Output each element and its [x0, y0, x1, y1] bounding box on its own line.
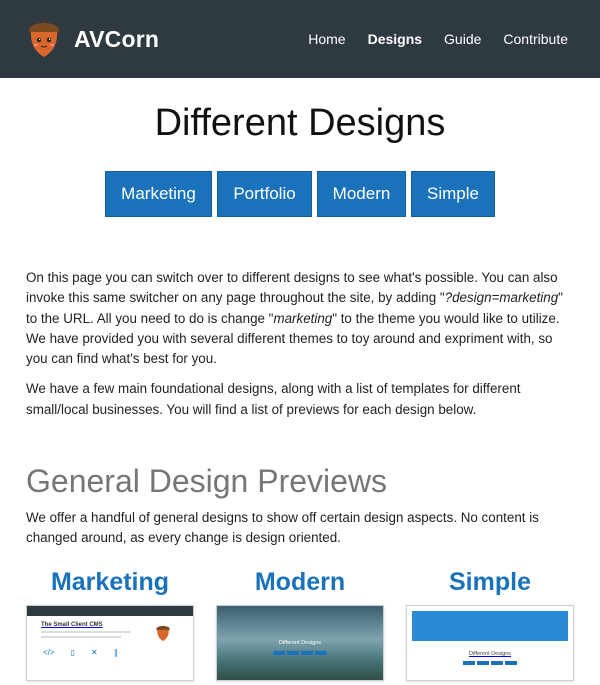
general-previews-title: General Design Previews: [26, 463, 388, 500]
thumb-header: [412, 610, 568, 641]
acorn-icon: [29, 19, 59, 57]
general-previews-text: We offer a handful of general designs to…: [26, 510, 539, 546]
brand-link[interactable]: AVCorn: [26, 19, 159, 59]
brand-name: AVCorn: [74, 25, 160, 52]
nav-contribute[interactable]: Contribute: [492, 31, 574, 47]
thumb-buttons: [407, 660, 573, 665]
preview-title-simple[interactable]: Simple: [406, 567, 574, 597]
nav-guide[interactable]: Guide: [433, 31, 492, 47]
marketing-preview-thumbnail[interactable]: The Small Client CMS </> ▯ ✕ ∥: [26, 604, 194, 681]
nav-home[interactable]: Home: [297, 31, 356, 47]
thumb-heading: Different Designs: [278, 639, 322, 646]
thumb-text-line: [41, 635, 121, 638]
nav-designs[interactable]: Designs: [357, 31, 433, 47]
marketing-design-button[interactable]: Marketing: [105, 171, 212, 217]
thumb-buttons: [273, 650, 327, 655]
preview-marketing: Marketing The Small Client CMS </> ▯ ✕ ∥: [26, 567, 194, 681]
acorn-icon: [156, 625, 170, 641]
page-title: Different Designs: [154, 102, 446, 144]
portfolio-design-button[interactable]: Portfolio: [217, 171, 312, 217]
main-content: On this page you can switch over to diff…: [0, 268, 600, 681]
modern-design-button[interactable]: Modern: [317, 171, 406, 217]
thumb-navbar: [27, 605, 193, 616]
preview-title-marketing[interactable]: Marketing: [26, 567, 194, 597]
preview-simple: Simple Different Designs: [406, 567, 574, 681]
intro-paragraph: On this page you can switch over to diff…: [26, 268, 574, 369]
modern-preview-thumbnail[interactable]: Different Designs: [216, 604, 384, 681]
mobile-icon: ▯: [70, 647, 75, 657]
preview-modern: Modern Different Designs: [216, 567, 384, 681]
intro-code-marketing: marketing: [273, 310, 333, 326]
main-nav: Home Designs Guide Contribute: [297, 31, 574, 47]
preview-grid: Marketing The Small Client CMS </> ▯ ✕ ∥ Mo…: [26, 567, 574, 681]
foundational-paragraph: We have a few main foundational designs,…: [26, 381, 521, 417]
thumb-heading: Different Designs: [468, 650, 512, 657]
bars-icon: ∥: [113, 647, 118, 657]
simple-preview-thumbnail[interactable]: Different Designs: [406, 604, 574, 681]
preview-title-modern[interactable]: Modern: [216, 567, 384, 597]
simple-design-button[interactable]: Simple: [411, 171, 495, 217]
code-icon: </>: [43, 647, 55, 657]
intro-code-example: ?design=marketing: [444, 290, 559, 306]
tools-icon: ✕: [90, 647, 98, 657]
thumb-icons: </> ▯ ✕ ∥: [43, 648, 118, 657]
design-switcher: Marketing Portfolio Modern Simple: [0, 171, 600, 217]
thumb-text-line: [41, 630, 131, 633]
navbar: AVCorn Home Designs Guide Contribute: [0, 0, 600, 78]
